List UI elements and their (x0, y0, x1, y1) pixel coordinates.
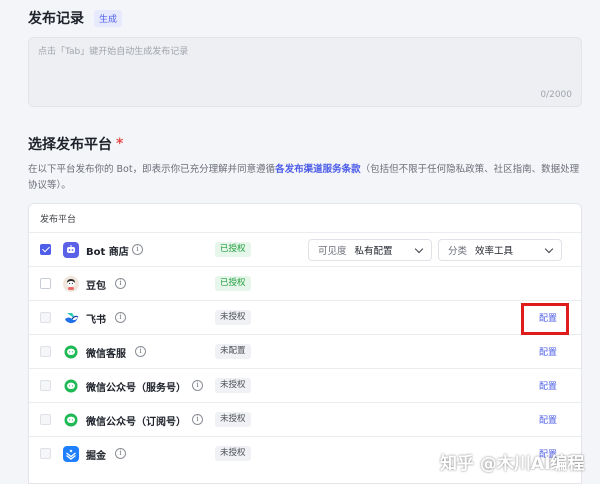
info-icon[interactable]: i (115, 278, 126, 289)
status-badge: 未授权 (215, 378, 251, 393)
release-record-placeholder: 点击「Tab」键开始自动生成发布记录 (38, 47, 189, 57)
juejin-icon (63, 446, 79, 462)
platform-name: 微信公众号（服务号） (86, 383, 186, 394)
chevron-down-icon (544, 244, 554, 254)
table-header: 发布平台 (29, 204, 581, 233)
info-icon[interactable]: i (132, 244, 143, 255)
info-icon[interactable]: i (192, 380, 203, 391)
wechat-icon (63, 412, 79, 428)
terms-link[interactable]: 各发布渠道服务条款 (275, 164, 361, 175)
platform-description: 在以下平台发布你的 Bot，即表示你已充分理解并同意遵循各发布渠道服务条款（包括… (28, 162, 584, 194)
platform-row-bot-store: Bot 商店 i 已授权 可见度 私有配置 分类 效率工具 (29, 233, 581, 267)
status-badge: 未授权 (215, 446, 251, 461)
checkbox-wechat-service[interactable] (40, 346, 51, 357)
wechat-icon (63, 378, 79, 394)
generate-button[interactable]: 生成 (94, 9, 123, 27)
category-label: 分类 (448, 246, 468, 257)
checkbox-wechat-official-subscription[interactable] (40, 414, 51, 425)
platform-table: 发布平台 Bot 商店 i 已授权 可见度 私有配置 分类 效率工具 豆包 i … (28, 203, 582, 484)
status-badge: 未授权 (215, 412, 251, 427)
platform-row-wechat-official-subscription: 微信公众号（订阅号） i 未授权 配置 (29, 403, 581, 437)
info-icon[interactable]: i (115, 448, 126, 459)
configure-link[interactable]: 配置 (539, 379, 557, 392)
visibility-select[interactable]: 可见度 私有配置 (308, 239, 432, 261)
status-badge: 已授权 (215, 276, 251, 291)
char-counter: 0/2000 (540, 90, 572, 100)
release-record-textarea[interactable]: 点击「Tab」键开始自动生成发布记录 0/2000 (28, 37, 582, 107)
doubao-avatar-icon (63, 276, 79, 292)
visibility-value: 私有配置 (354, 246, 393, 257)
checkbox-doubao[interactable] (40, 278, 51, 289)
release-record-title: 发布记录 (28, 11, 84, 27)
checkbox-wechat-official-service[interactable] (40, 380, 51, 391)
info-icon[interactable]: i (192, 414, 203, 425)
release-record-header: 发布记录 生成 (28, 8, 123, 28)
feishu-icon (63, 310, 79, 326)
info-icon[interactable]: i (115, 312, 126, 323)
platform-row-feishu: 飞书 i 未授权 配置 (29, 301, 581, 335)
visibility-label: 可见度 (318, 246, 347, 257)
platform-name: 飞书 (86, 315, 106, 326)
category-value: 效率工具 (475, 246, 514, 257)
checkbox-bot-store[interactable] (40, 244, 51, 255)
platform-section-title: 选择发布平台 (28, 137, 112, 153)
bot-store-icon (63, 242, 79, 258)
wechat-icon (63, 344, 79, 360)
status-badge: 未配置 (215, 344, 251, 359)
configure-link[interactable]: 配置 (539, 311, 557, 324)
status-badge: 未授权 (215, 310, 251, 325)
platform-row-wechat-service: 微信客服 i 未配置 配置 (29, 335, 581, 369)
checkbox-juejin[interactable] (40, 448, 51, 459)
platform-name: 微信公众号（订阅号） (86, 417, 186, 428)
platform-name: Bot 商店 (86, 247, 129, 258)
configure-link[interactable]: 配置 (539, 345, 557, 358)
status-badge: 已授权 (215, 242, 251, 257)
checkbox-feishu[interactable] (40, 312, 51, 323)
desc-prefix: 在以下平台发布你的 Bot，即表示你已充分理解并同意遵循 (28, 164, 276, 175)
platform-name: 微信客服 (86, 349, 126, 360)
platform-name: 掘金 (86, 451, 106, 462)
category-select[interactable]: 分类 效率工具 (438, 239, 562, 261)
platform-row-doubao: 豆包 i 已授权 (29, 267, 581, 301)
platform-name: 豆包 (86, 281, 106, 292)
platform-row-wechat-official-service: 微信公众号（服务号） i 未授权 配置 (29, 369, 581, 403)
configure-link[interactable]: 配置 (539, 413, 557, 426)
info-icon[interactable]: i (135, 346, 146, 357)
chevron-down-icon (414, 244, 424, 254)
required-mark: * (116, 136, 124, 152)
platform-section-header: 选择发布平台 * (28, 134, 123, 154)
watermark: 知乎 @木川AI编程 (440, 454, 585, 474)
